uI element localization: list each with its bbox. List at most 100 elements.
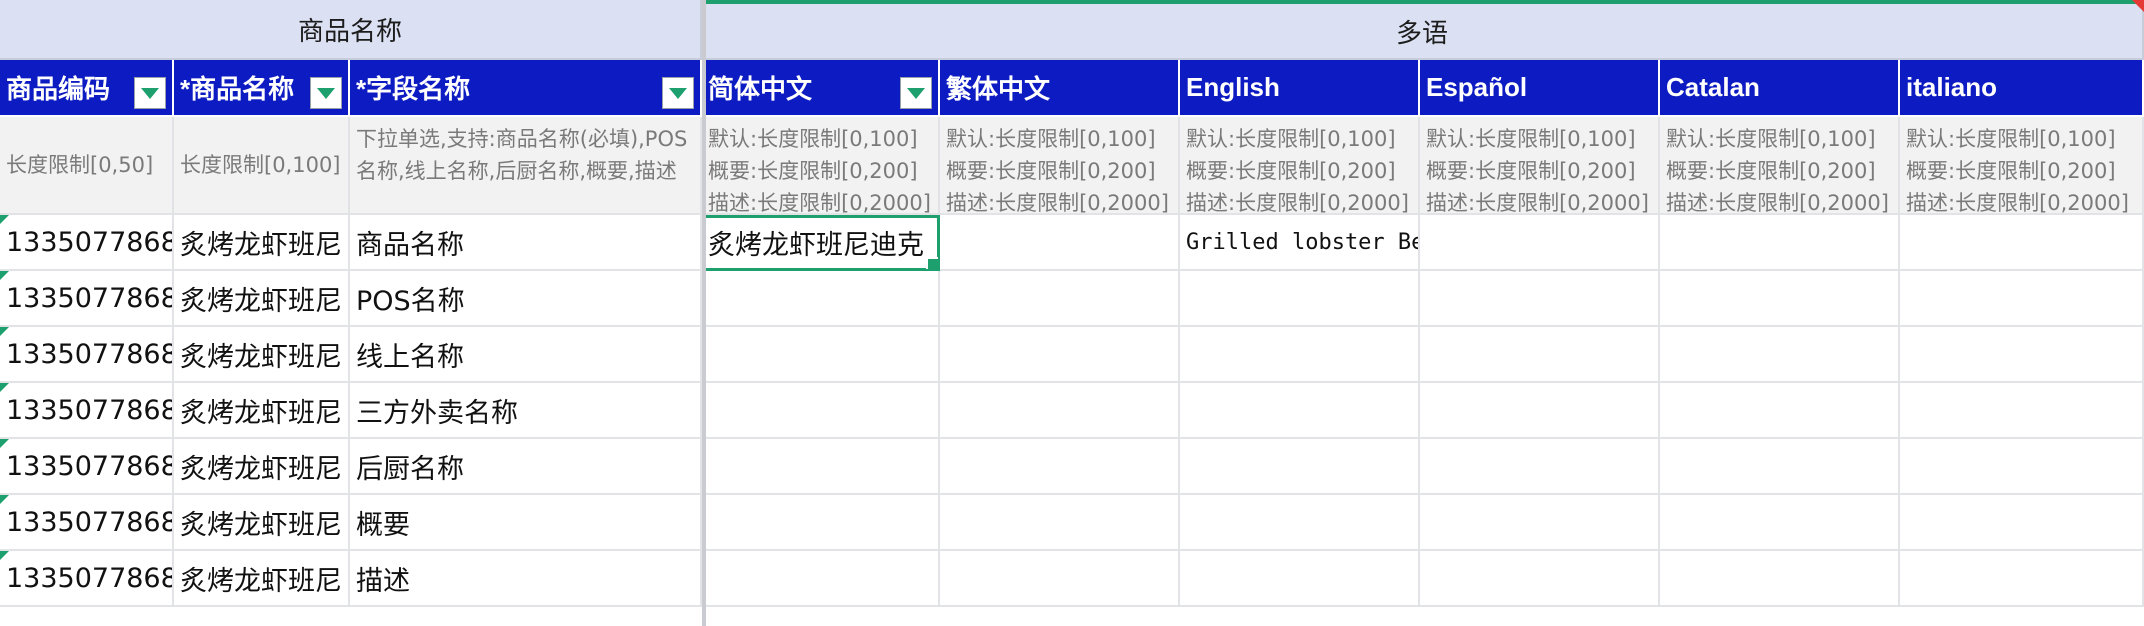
column-header-6[interactable]: Español <box>1420 60 1660 117</box>
table-cell[interactable] <box>1900 495 2144 551</box>
column-header-label: Español <box>1426 72 1528 102</box>
table-cell[interactable] <box>1420 271 1660 327</box>
column-header-5[interactable]: English <box>1180 60 1420 117</box>
table-cell[interactable] <box>1900 327 2144 383</box>
table-cell[interactable] <box>1180 551 1420 607</box>
group-header-multilingual[interactable]: 多语 <box>702 0 2144 60</box>
table-cell[interactable] <box>1660 215 1900 271</box>
table-cell[interactable] <box>1180 495 1420 551</box>
description-cell[interactable]: 下拉单选,支持:商品名称(必填),POS名称,线上名称,后厨名称,概要,描述 <box>350 117 702 215</box>
table-cell[interactable]: 炙烤龙虾班尼 <box>174 327 350 383</box>
table-cell[interactable] <box>940 495 1180 551</box>
freeze-pane-divider[interactable] <box>702 0 706 626</box>
table-cell[interactable] <box>1420 551 1660 607</box>
cell-text: 商品名称 <box>356 229 464 261</box>
table-cell[interactable] <box>1660 551 1900 607</box>
table-cell[interactable] <box>702 271 940 327</box>
table-cell[interactable] <box>1420 495 1660 551</box>
filter-dropdown-icon[interactable] <box>662 77 694 109</box>
table-cell[interactable] <box>1420 439 1660 495</box>
description-cell[interactable]: 默认:长度限制[0,100] 概要:长度限制[0,200] 描述:长度限制[0,… <box>1420 117 1660 215</box>
column-header-label: 简体中文 <box>708 74 813 104</box>
table-cell[interactable] <box>1900 383 2144 439</box>
table-cell[interactable] <box>940 271 1180 327</box>
table-cell[interactable] <box>1660 327 1900 383</box>
column-header-8[interactable]: italiano <box>1900 60 2144 117</box>
table-cell[interactable] <box>1420 327 1660 383</box>
table-cell[interactable] <box>702 327 940 383</box>
description-cell[interactable]: 默认:长度限制[0,100] 概要:长度限制[0,200] 描述:长度限制[0,… <box>1180 117 1420 215</box>
table-cell[interactable]: 炙烤龙虾班尼 <box>174 215 350 271</box>
table-cell[interactable] <box>1900 551 2144 607</box>
cell-text: Grilled lobster Bene <box>1186 229 1418 255</box>
table-cell[interactable] <box>702 439 940 495</box>
column-header-4[interactable]: 繁体中文 <box>940 60 1180 117</box>
description-cell[interactable]: 长度限制[0,50] <box>0 117 174 215</box>
cell-text: 描述 <box>356 565 410 597</box>
table-cell[interactable]: 炙烤龙虾班尼 <box>174 439 350 495</box>
description-cell[interactable]: 默认:长度限制[0,100] 概要:长度限制[0,200] 描述:长度限制[0,… <box>1660 117 1900 215</box>
table-cell[interactable] <box>940 215 1180 271</box>
table-cell[interactable] <box>1420 215 1660 271</box>
table-cell[interactable] <box>940 327 1180 383</box>
table-cell[interactable]: POS名称 <box>350 271 702 327</box>
table-cell[interactable]: Grilled lobster Bene <box>1180 215 1420 271</box>
table-cell[interactable]: 商品名称 <box>350 215 702 271</box>
table-cell[interactable] <box>1660 383 1900 439</box>
cell-text: 1335077868 <box>6 226 174 258</box>
description-cell[interactable]: 默认:长度限制[0,100] 概要:长度限制[0,200] 描述:长度限制[0,… <box>940 117 1180 215</box>
table-cell[interactable] <box>702 495 940 551</box>
column-header-3[interactable]: 简体中文 <box>702 60 940 117</box>
table-cell[interactable]: 三方外卖名称 <box>350 383 702 439</box>
table-cell[interactable] <box>1180 383 1420 439</box>
table-cell[interactable]: 概要 <box>350 495 702 551</box>
description-cell[interactable]: 长度限制[0,100] <box>174 117 350 215</box>
filter-dropdown-icon[interactable] <box>900 77 932 109</box>
table-cell[interactable] <box>1900 215 2144 271</box>
table-cell[interactable]: 后厨名称 <box>350 439 702 495</box>
table-cell[interactable]: 线上名称 <box>350 327 702 383</box>
table-cell[interactable]: 炙烤龙虾班尼 <box>174 383 350 439</box>
table-cell[interactable] <box>702 383 940 439</box>
table-cell[interactable] <box>1660 495 1900 551</box>
filter-dropdown-icon[interactable] <box>134 77 166 109</box>
description-cell[interactable]: 默认:长度限制[0,100] 概要:长度限制[0,200] 描述:长度限制[0,… <box>1900 117 2144 215</box>
table-cell[interactable]: 1335077868 <box>0 327 174 383</box>
table-cell[interactable] <box>1900 439 2144 495</box>
table-cell[interactable] <box>940 551 1180 607</box>
column-header-0[interactable]: 商品编码 <box>0 60 174 117</box>
table-cell[interactable]: 1335077868 <box>0 271 174 327</box>
column-header-1[interactable]: *商品名称 <box>174 60 350 117</box>
table-cell[interactable]: 1335077868 <box>0 495 174 551</box>
text-number-warning-icon <box>0 383 9 392</box>
table-cell[interactable] <box>1180 271 1420 327</box>
column-header-label: English <box>1186 72 1280 102</box>
table-cell[interactable]: 描述 <box>350 551 702 607</box>
table-cell[interactable] <box>1660 271 1900 327</box>
table-cell[interactable] <box>1180 327 1420 383</box>
table-cell[interactable] <box>1900 271 2144 327</box>
cell-text: 炙烤龙虾班尼 <box>180 229 342 261</box>
column-header-2[interactable]: *字段名称 <box>350 60 702 117</box>
table-cell[interactable]: 炙烤龙虾班尼 <box>174 495 350 551</box>
filter-dropdown-icon[interactable] <box>310 77 342 109</box>
table-cell[interactable] <box>702 551 940 607</box>
table-cell[interactable] <box>1420 383 1660 439</box>
table-cell[interactable] <box>940 383 1180 439</box>
table-cell[interactable]: 1335077868 <box>0 215 174 271</box>
table-cell[interactable] <box>940 439 1180 495</box>
table-cell[interactable]: 1335077868 <box>0 439 174 495</box>
description-cell[interactable]: 默认:长度限制[0,100] 概要:长度限制[0,200] 描述:长度限制[0,… <box>702 117 940 215</box>
table-cell[interactable] <box>1660 439 1900 495</box>
table-cell[interactable] <box>1180 439 1420 495</box>
fill-handle[interactable] <box>926 257 938 269</box>
table-cell[interactable]: 炙烤龙虾班尼迪克 <box>702 215 940 271</box>
table-cell[interactable]: 1335077868 <box>0 383 174 439</box>
table-cell[interactable]: 炙烤龙虾班尼 <box>174 271 350 327</box>
table-cell[interactable]: 1335077868 <box>0 551 174 607</box>
group-header-product-name[interactable]: 商品名称 <box>0 0 702 60</box>
column-header-7[interactable]: Catalan <box>1660 60 1900 117</box>
table-cell[interactable]: 炙烤龙虾班尼 <box>174 551 350 607</box>
cell-text: 炙烤龙虾班尼 <box>180 565 342 597</box>
cell-text: 炙烤龙虾班尼 <box>180 509 342 541</box>
